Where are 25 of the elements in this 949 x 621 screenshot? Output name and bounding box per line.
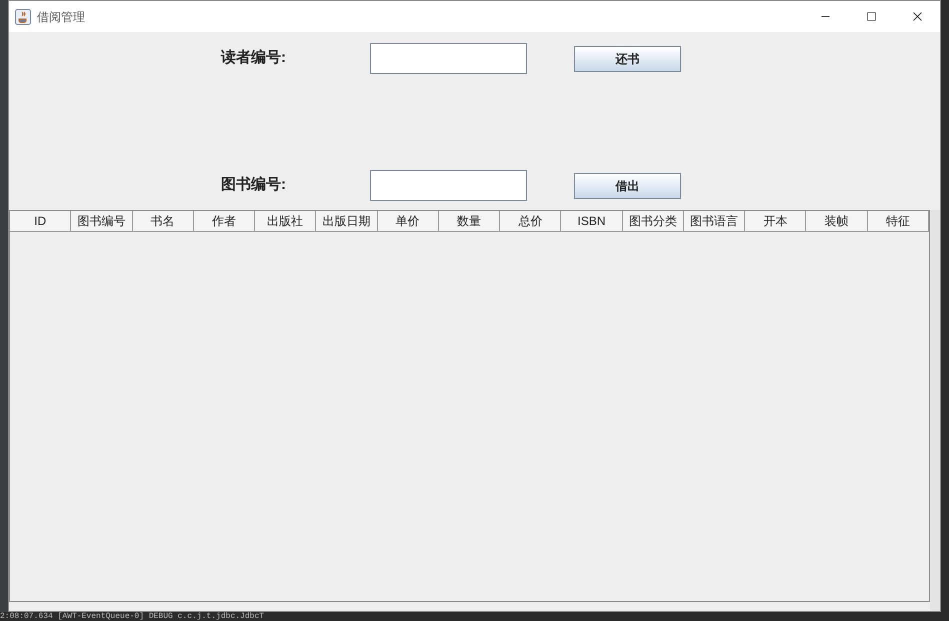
action-button[interactable]: 还书 — [574, 46, 681, 72]
column-header[interactable]: 开本 — [745, 211, 806, 232]
column-header[interactable]: 图书编号 — [71, 211, 133, 232]
column-header[interactable]: ISBN — [561, 211, 623, 232]
java-cup-icon — [15, 8, 31, 24]
column-header[interactable]: 总价 — [500, 211, 562, 232]
column-header[interactable]: 图书分类 — [622, 211, 684, 232]
input-field[interactable] — [370, 43, 527, 74]
column-header[interactable]: 图书语言 — [684, 211, 746, 232]
column-header[interactable]: 出版社 — [255, 211, 316, 232]
column-header[interactable]: 书名 — [132, 211, 194, 232]
field-label: 读者编号: — [221, 48, 287, 68]
column-header[interactable]: 特征 — [868, 211, 929, 232]
column-header[interactable]: 数量 — [438, 211, 500, 232]
column-header[interactable]: 作者 — [194, 211, 256, 232]
column-header[interactable]: 装帧 — [806, 211, 868, 232]
column-header[interactable]: ID — [10, 211, 72, 232]
maximize-icon — [866, 11, 876, 22]
action-button[interactable]: 借出 — [574, 172, 681, 198]
column-header[interactable]: 单价 — [378, 211, 439, 232]
input-field[interactable] — [370, 170, 527, 201]
field-label: 图书编号: — [221, 175, 287, 196]
column-header[interactable]: 出版日期 — [316, 211, 378, 232]
console-line: 2:08:07.634 [AWT-EventQueue-0] DEBUG c.c.j.t.jdbc.JdbcT — [0, 612, 264, 620]
window-title: 借阅管理 — [37, 8, 85, 26]
